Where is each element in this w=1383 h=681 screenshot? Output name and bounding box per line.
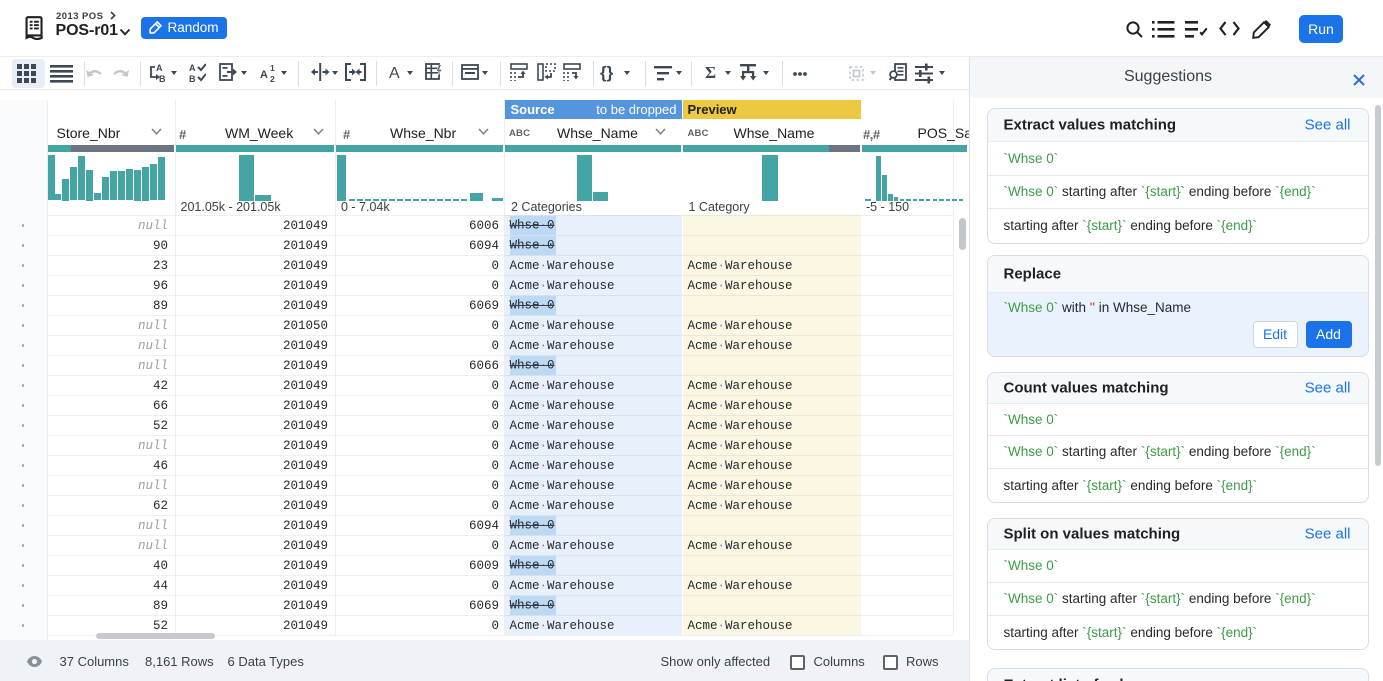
svg-text:2: 2 [270,74,275,83]
svg-text:1: 1 [270,63,275,73]
svg-text:{}: {} [600,63,614,82]
svg-text:B: B [159,74,166,83]
svg-text:A: A [389,65,400,82]
svg-text:A: A [156,63,163,73]
svg-text:Σ: Σ [705,63,716,82]
svg-text:A: A [260,69,268,81]
svg-text:A: A [189,63,196,73]
svg-text:B: B [189,74,196,83]
